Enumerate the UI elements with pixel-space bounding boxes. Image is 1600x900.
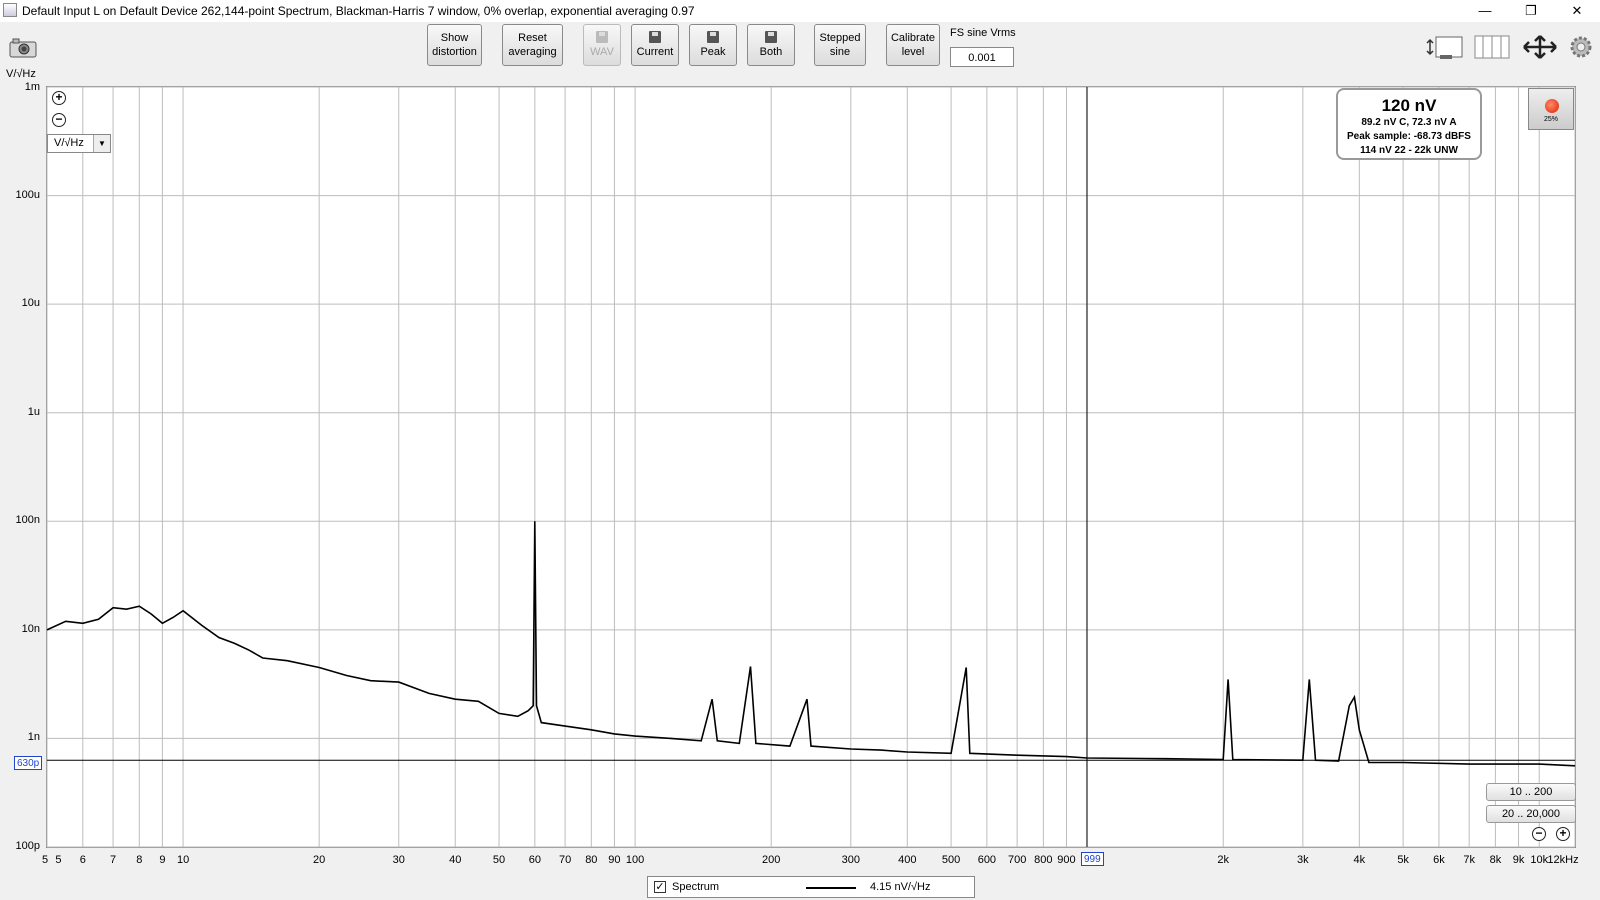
x-tick-label: 9k: [1512, 854, 1525, 866]
x-tick-label: 7: [109, 854, 117, 866]
x-tick-label: 900: [1057, 854, 1076, 866]
x-tick-label: 400: [898, 854, 917, 866]
readout-line-2: Peak sample: -68.73 dBFS: [1347, 131, 1471, 142]
x-zoom-in-icon[interactable]: +: [1556, 827, 1570, 841]
x-tick-label: 40: [449, 854, 462, 866]
x-zoom-out-icon[interactable]: −: [1532, 827, 1546, 841]
record-button[interactable]: 25%: [1528, 88, 1574, 130]
x-tick-label: 5: [41, 854, 49, 866]
x-tick-label: 10k: [1530, 854, 1549, 866]
y-tick-label: 100u: [15, 188, 40, 201]
x-tick-label: 100: [625, 854, 645, 866]
x-tick-label: 70: [558, 854, 572, 866]
y-tick-label: 1m: [24, 81, 40, 93]
legend-series-value: 4.15 nV/√Hz: [870, 881, 931, 893]
x-tick-label: 5: [55, 854, 62, 866]
zoom-in-icon[interactable]: +: [52, 91, 66, 105]
level-readout: 120 nV 89.2 nV C, 72.3 nV A Peak sample:…: [1336, 88, 1482, 160]
x-tick-label: 80: [585, 854, 598, 866]
zoom-out-icon[interactable]: −: [52, 113, 66, 127]
x-tick-label: 4k: [1353, 854, 1366, 866]
x-tick-label: 3k: [1297, 854, 1309, 866]
x-tick-label: 2k: [1217, 854, 1230, 866]
readout-main: 120 nV: [1381, 96, 1437, 115]
chevron-down-icon: ▼: [93, 135, 110, 152]
record-icon: [1545, 99, 1559, 113]
x-tick-label: 6k: [1433, 854, 1445, 866]
x-tick-label: 8k: [1489, 854, 1502, 866]
x-tick-label: 800: [1034, 854, 1053, 866]
x-tick-label: 6: [79, 854, 86, 866]
y-tick-label: 10u: [21, 297, 40, 310]
x-tick-label: 200: [762, 854, 781, 866]
record-percent: 25%: [1543, 116, 1558, 123]
x-tick-label: 12kHz: [1547, 854, 1579, 866]
legend-line-swatch: [806, 887, 856, 889]
readout-line-3: 114 nV 22 - 22k UNW: [1360, 145, 1458, 156]
x-tick-label: 30: [392, 854, 405, 866]
x-tick-label: 300: [841, 854, 860, 866]
x-tick-label: 60: [528, 854, 541, 866]
legend-series-name: Spectrum: [672, 881, 720, 893]
x-tick-label: 7k: [1463, 854, 1475, 866]
y-tick-label: 1u: [27, 405, 40, 418]
x-tick-label: 500: [941, 854, 961, 866]
x-tick-label: 10: [176, 854, 190, 866]
unit-select-value: V/√Hz: [54, 137, 84, 149]
x-tick-label: 9: [159, 854, 166, 866]
range-20-20000-button[interactable]: 20 .. 20,000: [1486, 805, 1576, 823]
y-tick-label: 100n: [15, 514, 40, 527]
x-tick-label: 90: [608, 854, 621, 866]
spectrum-trace: [46, 521, 1576, 767]
x-tick-label: 5k: [1397, 854, 1409, 866]
x-marker-label[interactable]: 999: [1081, 852, 1104, 866]
unit-select[interactable]: V/√Hz ▼: [47, 134, 111, 153]
x-tick-label: 50: [492, 854, 506, 866]
x-tick-label: 20: [313, 854, 326, 866]
x-tick-label: 600: [977, 854, 997, 866]
legend: ✓ Spectrum 4.15 nV/√Hz: [647, 876, 975, 898]
readout-line-1: 89.2 nV C, 72.3 nV A: [1361, 117, 1457, 128]
y-marker-label[interactable]: 630p: [14, 756, 43, 770]
y-tick-label: 10n: [21, 622, 40, 635]
spectrum-checkbox[interactable]: ✓: [654, 881, 666, 893]
range-10-200-button[interactable]: 10 .. 200: [1486, 783, 1576, 801]
x-tick-label: 8: [136, 854, 143, 866]
x-tick-label: 700: [1007, 854, 1027, 866]
y-tick-label: 1n: [27, 731, 40, 744]
y-tick-label: 100p: [15, 840, 40, 852]
